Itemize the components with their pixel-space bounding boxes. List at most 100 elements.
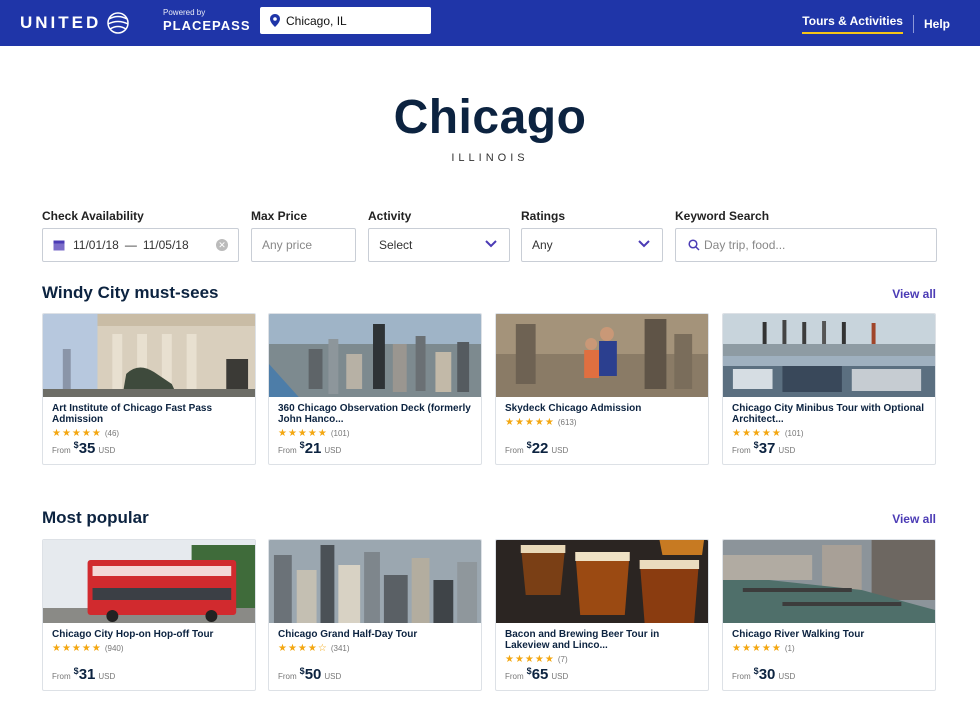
state-subtitle: ILLINOIS — [451, 152, 529, 164]
price-amount: 31 — [78, 666, 96, 683]
review-count: (940) — [104, 644, 124, 653]
card-title: Bacon and Brewing Beer Tour in Lakeview … — [505, 629, 660, 651]
review-count: (1) — [784, 644, 795, 653]
review-count: (613) — [557, 418, 577, 427]
activity-select[interactable]: Select — [368, 228, 510, 262]
keyword-search-label: Keyword Search — [675, 209, 770, 223]
price-from: From — [52, 672, 71, 681]
view-all-must-sees-link[interactable]: View all — [892, 287, 936, 301]
star-rating: ★★★★★ (940) — [52, 643, 124, 654]
search-icon — [688, 239, 700, 251]
activity-card[interactable]: Chicago River Walking Tour ★★★★★ (1) From… — [722, 539, 936, 691]
price-from: From — [52, 446, 71, 455]
stars-icon: ★★★★★ — [278, 428, 328, 439]
card-title: 360 Chicago Observation Deck (formerly J… — [278, 403, 471, 425]
nav-divider — [912, 15, 914, 33]
price: From $65 USD — [505, 666, 568, 683]
ratings-value: Any — [532, 238, 553, 252]
star-rating: ★★★★☆ (341) — [278, 643, 350, 654]
max-price-label: Max Price — [251, 209, 308, 223]
powered-by-placepass: Powered by PLACEPASS — [163, 9, 251, 33]
price-unit: USD — [551, 446, 569, 455]
card-title: Chicago City Minibus Tour with Optional … — [732, 403, 925, 425]
keyword-search-field[interactable]: Day trip, food... — [675, 228, 937, 262]
location-input[interactable] — [286, 13, 416, 28]
top-nav-bar: UNITED Powered by PLACEPASS Tours & Acti… — [0, 0, 980, 46]
ratings-select[interactable]: Any — [521, 228, 663, 262]
section-title-most-popular: Most popular — [42, 508, 149, 527]
city-title: Chicago — [393, 91, 587, 144]
downtown-skyline-photo — [269, 540, 481, 623]
chevron-down-icon — [485, 240, 497, 248]
price-amount: 35 — [78, 440, 96, 457]
price: From $50 USD — [278, 666, 341, 683]
activity-card[interactable]: Skydeck Chicago Admission ★★★★★ (613) Fro… — [495, 313, 709, 465]
chicago-river-photo — [723, 540, 935, 623]
review-count: (101) — [784, 429, 804, 438]
end-date: 11/05/18 — [142, 238, 189, 252]
activity-value: Select — [379, 238, 413, 252]
card-title: Chicago River Walking Tour — [732, 629, 865, 640]
art-institute-photo — [43, 314, 255, 397]
location-search[interactable] — [260, 7, 431, 34]
price-currency: $ — [753, 666, 759, 676]
stars-icon: ★★★★★ — [505, 417, 555, 428]
price-from: From — [278, 446, 297, 455]
map-pin-icon — [270, 14, 280, 27]
tours-activities-link[interactable]: Tours & Activities — [802, 14, 903, 34]
price-from: From — [732, 446, 751, 455]
activity-card[interactable]: Chicago City Hop-on Hop-off Tour ★★★★★ (9… — [42, 539, 256, 691]
review-count: (46) — [104, 429, 120, 438]
minibus-tour-photo — [723, 314, 935, 397]
price-amount: 37 — [758, 440, 776, 457]
stars-icon: ★★★★★ — [732, 428, 782, 439]
price-currency: $ — [73, 666, 79, 676]
max-price-field[interactable]: Any price — [251, 228, 356, 262]
keyword-placeholder: Day trip, food... — [704, 238, 786, 252]
globe-icon — [107, 12, 130, 34]
price: From $37 USD — [732, 440, 795, 457]
stars-icon: ★★★★★ — [732, 643, 782, 654]
price-amount: 50 — [304, 666, 322, 683]
card-title: Skydeck Chicago Admission — [505, 403, 642, 414]
price-unit: USD — [98, 446, 116, 455]
brand-wordmark: UNITED — [20, 13, 102, 32]
price-unit: USD — [551, 672, 569, 681]
price-from: From — [505, 672, 524, 681]
card-title: Chicago Grand Half-Day Tour — [278, 629, 418, 640]
view-all-most-popular-link[interactable]: View all — [892, 512, 936, 526]
price-amount: 65 — [531, 666, 549, 683]
stars-icon: ★★★★★ — [52, 428, 102, 439]
stars-icon: ★★★★★ — [52, 643, 102, 654]
activity-card[interactable]: Chicago Grand Half-Day Tour ★★★★☆ (341) F… — [268, 539, 482, 691]
stars-icon: ★★★★★ — [505, 654, 555, 665]
card-title: Art Institute of Chicago Fast Pass Admis… — [52, 403, 213, 425]
price-amount: 21 — [304, 440, 322, 457]
star-rating: ★★★★★ (1) — [732, 643, 795, 654]
activity-card[interactable]: Chicago City Minibus Tour with Optional … — [722, 313, 936, 465]
price-currency: $ — [73, 440, 79, 450]
clear-dates-icon[interactable]: ✕ — [216, 239, 228, 251]
date-range-picker[interactable]: 11/01/18 — 11/05/18 ✕ — [42, 228, 239, 262]
max-price-placeholder: Any price — [262, 238, 313, 252]
calendar-icon — [53, 240, 65, 251]
activity-card[interactable]: Bacon and Brewing Beer Tour in Lakeview … — [495, 539, 709, 691]
activity-card[interactable]: Art Institute of Chicago Fast Pass Admis… — [42, 313, 256, 465]
price-currency: $ — [299, 440, 305, 450]
activity-card[interactable]: 360 Chicago Observation Deck (formerly J… — [268, 313, 482, 465]
star-rating: ★★★★★ (7) — [505, 654, 568, 665]
section-title-must-sees: Windy City must-sees — [42, 283, 219, 302]
card-title: Chicago City Hop-on Hop-off Tour — [52, 629, 214, 640]
price-from: From — [732, 672, 751, 681]
review-count: (7) — [557, 655, 568, 664]
united-logo[interactable]: UNITED — [20, 12, 131, 34]
price-unit: USD — [324, 446, 342, 455]
price: From $22 USD — [505, 440, 568, 457]
stars-icon: ★★★★☆ — [278, 643, 328, 654]
star-rating: ★★★★★ (101) — [732, 428, 804, 439]
help-link[interactable]: Help — [924, 17, 950, 31]
price-currency: $ — [526, 440, 532, 450]
start-date: 11/01/18 — [73, 238, 119, 252]
price-from: From — [278, 672, 297, 681]
chevron-down-icon — [638, 240, 650, 248]
